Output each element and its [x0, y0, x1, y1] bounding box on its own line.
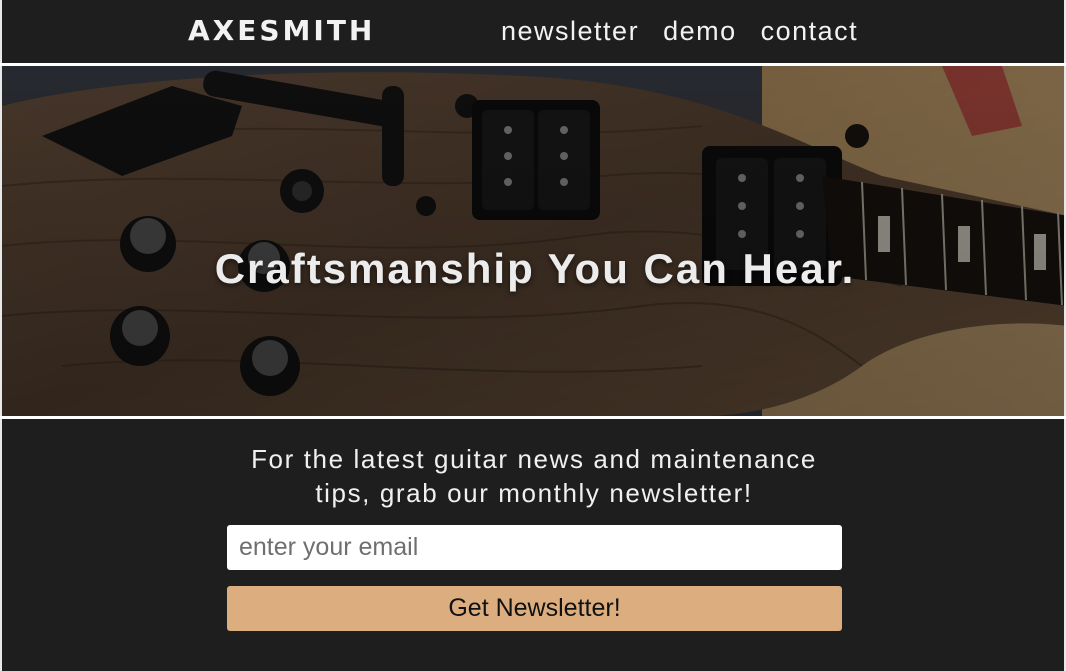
nav-link-newsletter[interactable]: newsletter [501, 15, 639, 47]
site-logo[interactable]: AXESMITH [188, 15, 375, 47]
hero-banner: Craftsmanship You Can Hear. [0, 66, 1066, 416]
nav-link-contact[interactable]: contact [761, 15, 859, 47]
nav-link-demo[interactable]: demo [663, 15, 737, 47]
hero-title: Craftsmanship You Can Hear. [214, 245, 856, 293]
signup-description: For the latest guitar news and maintenan… [251, 444, 817, 508]
email-input[interactable] [227, 525, 842, 570]
get-newsletter-button[interactable]: Get Newsletter! [227, 586, 842, 631]
main-nav: newsletter demo contact [501, 15, 858, 47]
guitar-hero-image [2, 66, 1064, 416]
newsletter-signup: For the latest guitar news and maintenan… [0, 419, 1066, 671]
site-header: AXESMITH newsletter demo contact [0, 0, 1066, 63]
page: AXESMITH newsletter demo contact Craftsm… [0, 0, 1066, 671]
